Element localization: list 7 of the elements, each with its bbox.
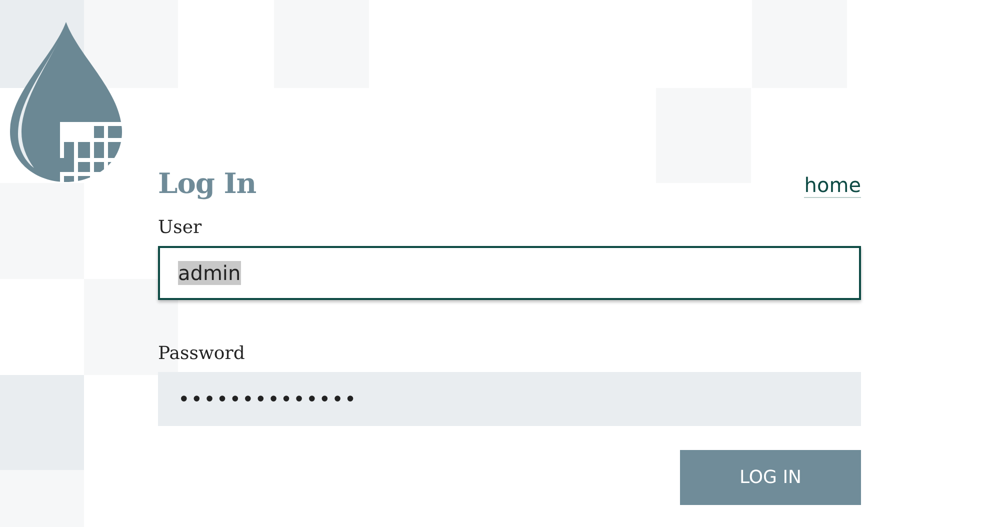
page-title: Log In xyxy=(158,167,256,200)
field-label: Password xyxy=(158,342,245,364)
password-field[interactable]: •••••••••••••• xyxy=(158,372,861,426)
field-label: User xyxy=(158,216,202,238)
login-button[interactable]: LOG IN xyxy=(680,450,861,505)
home-link[interactable]: home xyxy=(804,173,861,198)
username-field[interactable]: admin xyxy=(158,246,861,300)
